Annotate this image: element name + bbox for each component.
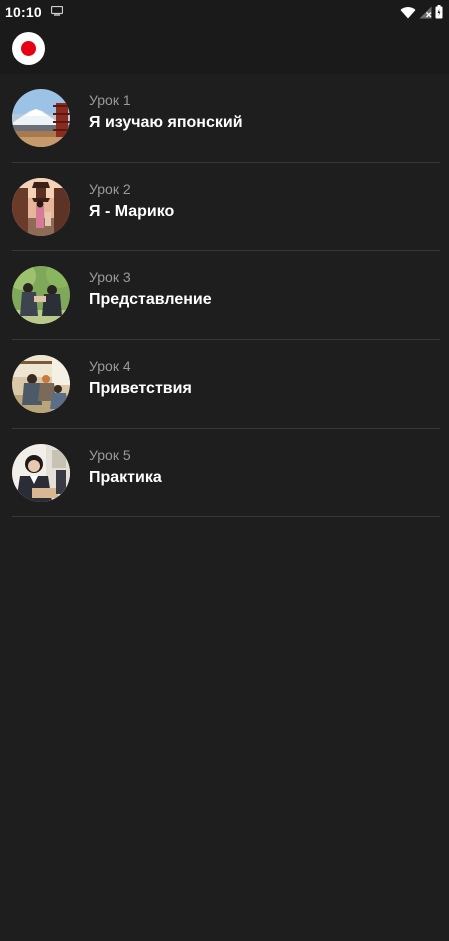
lesson-number: Урок 5: [89, 446, 131, 463]
lesson-title: Приветствия: [89, 380, 192, 398]
signal-icon: [419, 6, 432, 19]
lesson-number: Урок 2: [89, 180, 131, 197]
lesson-text: Урок 1 Я изучаю японский: [89, 92, 243, 133]
lesson-text: Урок 5 Практика: [89, 447, 162, 488]
lesson-text: Урок 4 Приветствия: [89, 358, 192, 399]
battery-icon: [435, 5, 443, 19]
lesson-thumbnail: [12, 89, 70, 147]
lesson-number: Урок 3: [89, 269, 131, 286]
status-right: [400, 5, 443, 19]
lesson-item-2[interactable]: Урок 2 Я - Марико: [0, 163, 449, 252]
lesson-item-5[interactable]: Урок 5 Практика: [0, 429, 449, 518]
lesson-thumbnail: [12, 443, 70, 502]
status-left: 10:10: [5, 3, 63, 21]
lesson-thumbnail: [12, 355, 70, 414]
app-bar: [0, 24, 449, 74]
lesson-item-1[interactable]: Урок 1 Я изучаю японский: [0, 74, 449, 163]
japan-flag-icon[interactable]: [12, 32, 45, 65]
screenshot-icon: [50, 3, 63, 21]
lesson-thumbnail: [12, 266, 70, 325]
screen: 10:10 Урок 1 Я изучаю японский Урок 2 Я …: [0, 0, 449, 941]
lesson-item-3[interactable]: Урок 3 Представление: [0, 251, 449, 340]
lesson-item-4[interactable]: Урок 4 Приветствия: [0, 340, 449, 429]
lesson-title: Я изучаю японский: [89, 114, 243, 131]
flag-dot: [21, 41, 36, 56]
wifi-icon: [400, 6, 416, 19]
status-time: 10:10: [5, 4, 42, 20]
lesson-number: Урок 1: [89, 92, 131, 108]
lesson-title: Я - Марико: [89, 202, 175, 220]
lesson-number: Урок 4: [89, 358, 131, 375]
lesson-title: Практика: [89, 468, 162, 486]
lesson-title: Представление: [89, 291, 212, 309]
status-bar: 10:10: [0, 0, 449, 24]
lesson-text: Урок 3 Представление: [89, 269, 212, 310]
lesson-list: Урок 1 Я изучаю японский Урок 2 Я - Мари…: [0, 74, 449, 518]
lesson-thumbnail: [12, 177, 70, 236]
lesson-text: Урок 2 Я - Марико: [89, 181, 174, 222]
